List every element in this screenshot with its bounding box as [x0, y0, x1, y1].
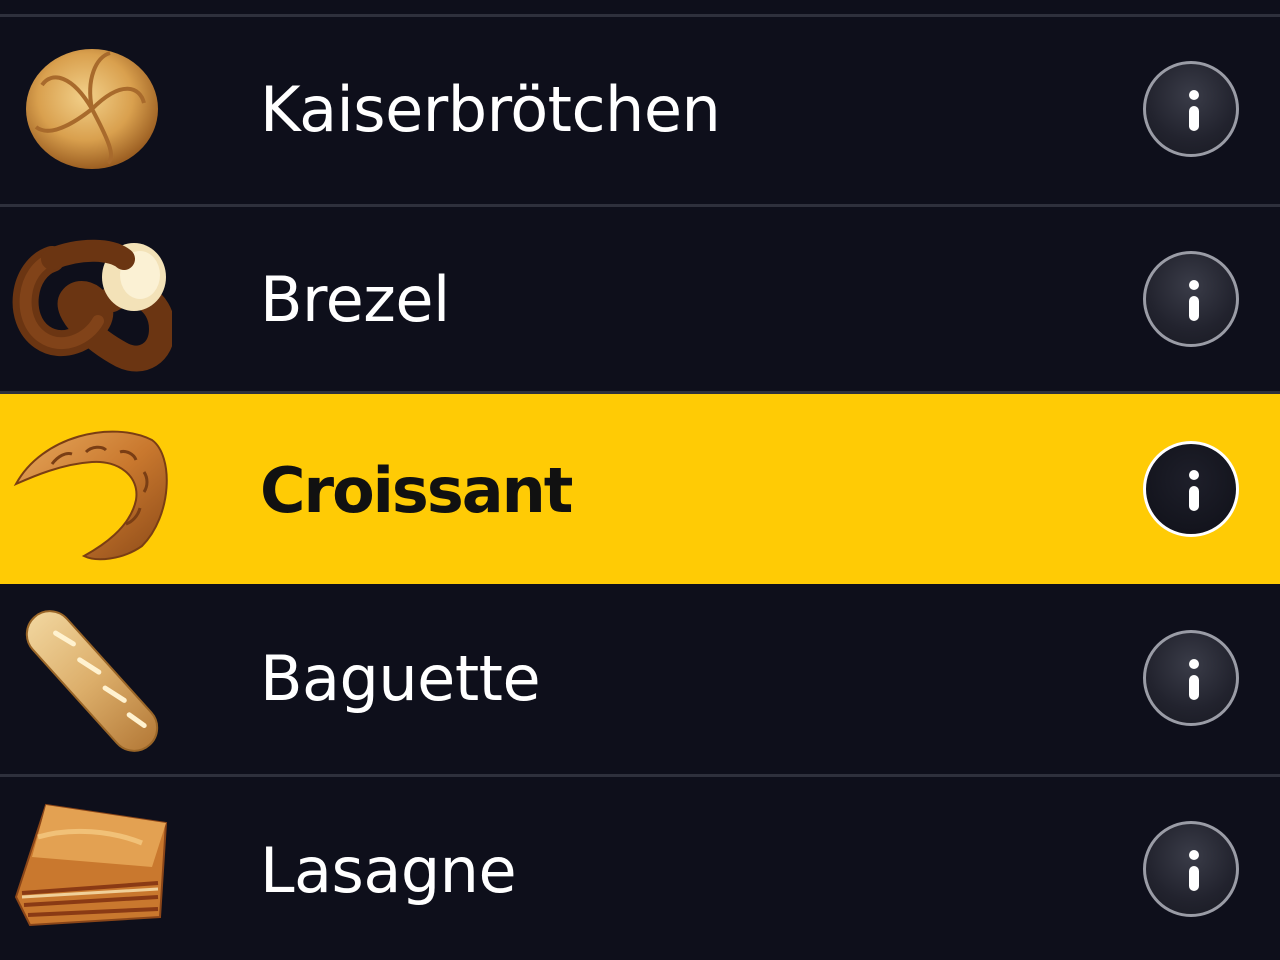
info-icon [1146, 444, 1236, 534]
item-label: Brezel [260, 263, 450, 336]
food-list-screen: Kaiserbrötchen Brezel Croissant Baguette… [0, 0, 1280, 960]
pretzel-image [12, 229, 172, 379]
info-button[interactable] [1143, 441, 1239, 537]
item-label: Lasagne [260, 834, 517, 907]
kaiser-roll-image [12, 35, 172, 185]
baguette-image [12, 606, 172, 756]
list-item-baguette[interactable]: Baguette [0, 584, 1280, 777]
info-button[interactable] [1143, 61, 1239, 157]
item-label: Baguette [260, 642, 541, 715]
info-icon [1146, 254, 1236, 344]
croissant-image [12, 416, 172, 566]
list-item-lasagne[interactable]: Lasagne [0, 777, 1280, 960]
list-item-brezel[interactable]: Brezel [0, 207, 1280, 394]
info-button[interactable] [1143, 630, 1239, 726]
info-button[interactable] [1143, 821, 1239, 917]
list-item-kaiserbroetchen[interactable]: Kaiserbrötchen [0, 17, 1280, 207]
list-item-croissant[interactable]: Croissant [0, 394, 1280, 584]
info-icon [1146, 824, 1236, 914]
lasagne-image [12, 797, 172, 947]
info-button[interactable] [1143, 251, 1239, 347]
info-icon [1146, 64, 1236, 154]
info-icon [1146, 633, 1236, 723]
item-label: Croissant [260, 454, 573, 527]
item-label: Kaiserbrötchen [260, 73, 721, 146]
